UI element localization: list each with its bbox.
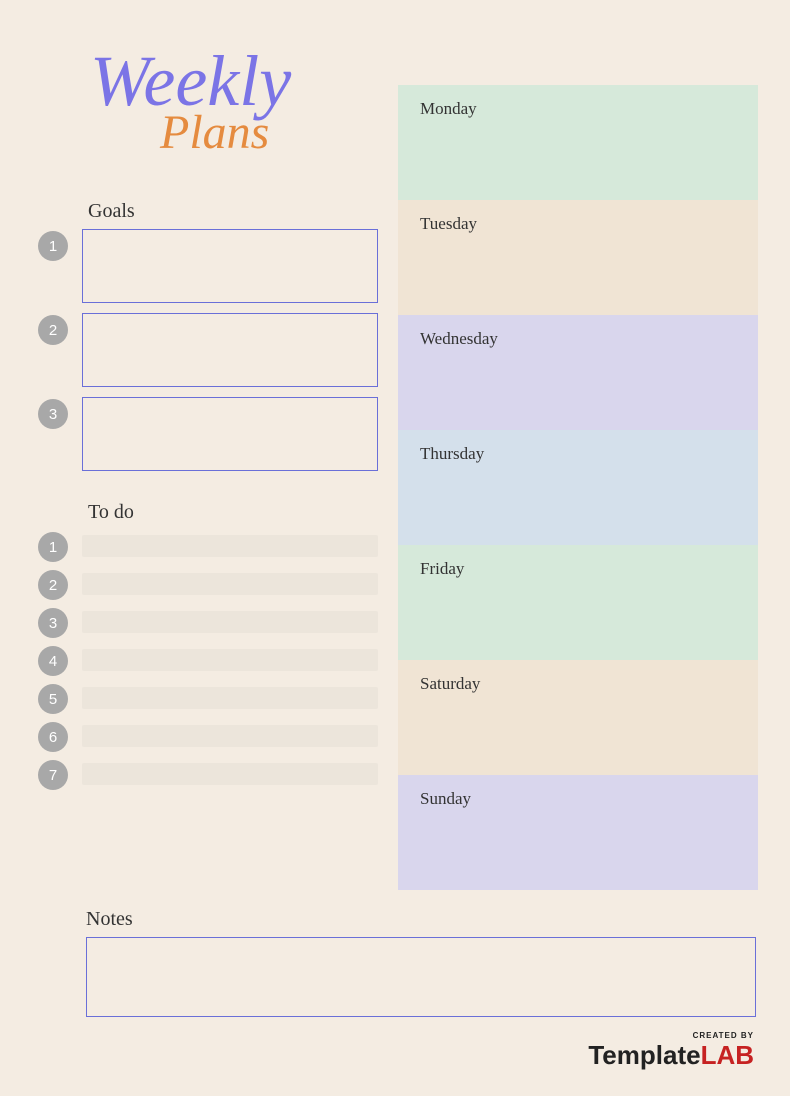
goal-input-1[interactable]: [82, 229, 378, 303]
todo-section: To do 1 2 3 4 5 6: [38, 501, 378, 790]
weekly-planner-page: Weekly Plans Goals 1 2 3 To do 1 2: [0, 0, 790, 1096]
day-label: Monday: [420, 99, 477, 118]
brand-part-1: Template: [588, 1040, 700, 1070]
days-column: Monday Tuesday Wednesday Thursday Friday…: [398, 85, 758, 890]
todo-label: To do: [88, 501, 378, 524]
todo-number-badge: 6: [38, 722, 68, 752]
left-column: Goals 1 2 3 To do 1 2 3: [38, 200, 378, 796]
todo-input-4[interactable]: [82, 649, 378, 671]
footer-logo: CREATED BY TemplateLAB: [588, 1032, 754, 1068]
title-block: Weekly Plans: [90, 45, 350, 157]
goal-number-badge: 3: [38, 399, 68, 429]
goal-input-3[interactable]: [82, 397, 378, 471]
todo-row: 6: [38, 720, 378, 752]
notes-label: Notes: [86, 908, 756, 931]
goals-label: Goals: [88, 200, 378, 223]
day-label: Tuesday: [420, 214, 477, 233]
todo-row: 1: [38, 530, 378, 562]
todo-input-3[interactable]: [82, 611, 378, 633]
notes-section: Notes: [86, 908, 756, 1017]
todo-number-badge: 2: [38, 570, 68, 600]
todo-row: 2: [38, 568, 378, 600]
todo-number-badge: 1: [38, 532, 68, 562]
day-sunday[interactable]: Sunday: [398, 775, 758, 890]
day-monday[interactable]: Monday: [398, 85, 758, 200]
goal-row: 3: [38, 397, 378, 471]
todo-row: 7: [38, 758, 378, 790]
todo-number-badge: 4: [38, 646, 68, 676]
todo-input-1[interactable]: [82, 535, 378, 557]
goal-number-badge: 1: [38, 231, 68, 261]
day-label: Friday: [420, 559, 464, 578]
todo-input-2[interactable]: [82, 573, 378, 595]
todo-number-badge: 3: [38, 608, 68, 638]
todo-input-7[interactable]: [82, 763, 378, 785]
goal-row: 1: [38, 229, 378, 303]
goal-number-badge: 2: [38, 315, 68, 345]
todo-number-badge: 7: [38, 760, 68, 790]
footer-brand: TemplateLAB: [588, 1042, 754, 1068]
day-label: Thursday: [420, 444, 484, 463]
todo-row: 5: [38, 682, 378, 714]
notes-input[interactable]: [86, 937, 756, 1017]
goal-row: 2: [38, 313, 378, 387]
day-friday[interactable]: Friday: [398, 545, 758, 660]
day-label: Wednesday: [420, 329, 498, 348]
footer-created-by: CREATED BY: [588, 1032, 754, 1040]
day-wednesday[interactable]: Wednesday: [398, 315, 758, 430]
todo-row: 4: [38, 644, 378, 676]
todo-input-6[interactable]: [82, 725, 378, 747]
day-label: Saturday: [420, 674, 480, 693]
day-thursday[interactable]: Thursday: [398, 430, 758, 545]
todo-row: 3: [38, 606, 378, 638]
todo-number-badge: 5: [38, 684, 68, 714]
goal-input-2[interactable]: [82, 313, 378, 387]
day-label: Sunday: [420, 789, 471, 808]
brand-part-2: LAB: [701, 1040, 754, 1070]
title-line-2: Plans: [160, 109, 350, 157]
todo-input-5[interactable]: [82, 687, 378, 709]
day-saturday[interactable]: Saturday: [398, 660, 758, 775]
day-tuesday[interactable]: Tuesday: [398, 200, 758, 315]
